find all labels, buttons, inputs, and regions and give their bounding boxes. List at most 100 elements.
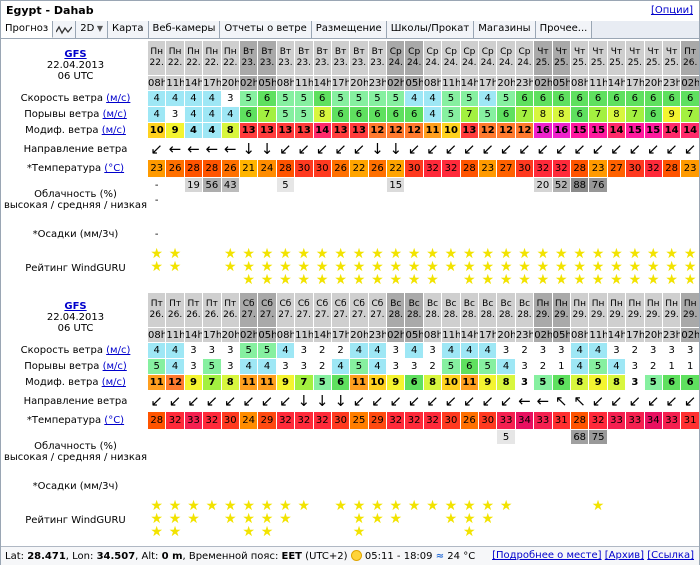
temperature-cell: 23 bbox=[681, 160, 699, 177]
temperature-cell: 27 bbox=[497, 160, 515, 177]
archive-link[interactable]: [Архив] bbox=[605, 550, 644, 561]
tab-2[interactable]: 2D ▼ bbox=[76, 21, 108, 38]
temperature-label-unit-link[interactable]: (°C) bbox=[104, 415, 124, 426]
wind-speed-cell: 4 bbox=[350, 343, 368, 358]
temperature-label-unit-link[interactable]: (°C) bbox=[104, 163, 124, 174]
cloud-cell bbox=[332, 460, 349, 474]
mod-wind-cell: 12 bbox=[479, 123, 497, 138]
gusts-label-unit-link[interactable]: (м/с) bbox=[103, 361, 127, 372]
gust-cell: 3 bbox=[626, 359, 644, 374]
temperature-cell: 32 bbox=[313, 412, 331, 429]
wind-speed-cell: 3 bbox=[203, 343, 221, 358]
star-icon: ★ bbox=[665, 272, 678, 288]
cloud-cell: - bbox=[154, 194, 159, 206]
lon-label: Lon: bbox=[72, 551, 94, 562]
model-link[interactable]: GFS bbox=[64, 301, 86, 312]
star-icon: ★ bbox=[481, 272, 494, 288]
tab-0[interactable]: Прогноз bbox=[1, 21, 54, 38]
cloud-cell bbox=[681, 178, 699, 192]
wind-speed-label-unit-link[interactable]: (м/с) bbox=[106, 93, 130, 104]
options-link[interactable]: [Опции] bbox=[651, 5, 693, 16]
water-wave-icon: ≈ bbox=[435, 551, 445, 562]
mod-wind-cell: 5 bbox=[534, 375, 552, 390]
tab-8[interactable]: Магазины bbox=[474, 21, 536, 38]
day-name: Чт bbox=[610, 47, 623, 57]
wind-speed-cell: 4 bbox=[479, 91, 497, 106]
tab-9[interactable]: Прочее... bbox=[535, 21, 593, 38]
cloud-cell bbox=[626, 178, 643, 192]
wind-speed-cell: 6 bbox=[570, 91, 589, 106]
gusts-label-unit-link[interactable]: (м/с) bbox=[103, 109, 127, 120]
gust-cell: 4 bbox=[184, 107, 203, 122]
cloud-cell bbox=[258, 430, 275, 444]
wind-speed-cell: 6 bbox=[644, 91, 662, 106]
star-icon: ★ bbox=[223, 259, 237, 275]
cloud-cell bbox=[626, 193, 643, 207]
day-date: 28. bbox=[443, 310, 459, 320]
day-header: Пн 29. bbox=[626, 293, 644, 327]
cloud-cell bbox=[424, 193, 441, 207]
wind-speed-label-unit-link[interactable]: (м/с) bbox=[106, 345, 130, 356]
precip-cell bbox=[534, 475, 551, 497]
model-link[interactable]: GFS bbox=[64, 49, 86, 60]
rating-stars: ★ ★ bbox=[185, 498, 202, 542]
hour-cell: 17h bbox=[203, 328, 221, 342]
details-link[interactable]: [Подробнее о месте] bbox=[492, 550, 601, 561]
precip-cell bbox=[479, 475, 496, 497]
mod-wind-label-unit-link[interactable]: (м/с) bbox=[102, 125, 126, 136]
wind-speed-cell: 3 bbox=[644, 343, 662, 358]
mod-wind-label-unit-link[interactable]: (м/с) bbox=[102, 377, 126, 388]
rating-stars: ★ ★ bbox=[479, 498, 496, 542]
wind-direction-arrow-icon: ↙ bbox=[646, 392, 660, 410]
tab-wave-chart-icon[interactable] bbox=[53, 21, 77, 38]
star-icon: ★ bbox=[168, 524, 182, 540]
day-date: 29. bbox=[646, 310, 661, 320]
rating-stars: ★ ★ ★ bbox=[534, 246, 551, 290]
wind-speed-cell: 5 bbox=[497, 91, 515, 106]
day-name: Чт bbox=[592, 47, 604, 57]
day-date: 28. bbox=[462, 310, 477, 320]
cloud-cell bbox=[332, 193, 349, 207]
star-icon: ★ bbox=[591, 272, 605, 288]
tab-label: Отчеты о ветре bbox=[224, 23, 307, 34]
rating-stars: ★ ★ ★ bbox=[461, 246, 478, 290]
mod-wind-cell: 11 bbox=[350, 375, 368, 390]
wind-speed-cell: 6 bbox=[258, 91, 276, 106]
day-header: Пт 26. bbox=[184, 293, 203, 327]
cloud-cell bbox=[203, 430, 220, 444]
temperature-label: *Температура (°C) bbox=[4, 412, 147, 429]
wind-direction-arrow-icon: ↙ bbox=[334, 140, 347, 158]
day-date: 22. bbox=[149, 58, 164, 68]
precip-cell bbox=[534, 223, 551, 245]
day-name: Сб bbox=[371, 299, 384, 309]
rating-stars: ★ ★ ★ bbox=[589, 246, 606, 290]
gust-cell: 4 bbox=[166, 359, 184, 374]
cloud-cell bbox=[369, 193, 386, 207]
day-header: Вс 28. bbox=[405, 293, 423, 327]
wind-speed-cell: 3 bbox=[534, 343, 552, 358]
cloud-cell: 5 bbox=[497, 430, 515, 444]
precip-cell bbox=[240, 475, 257, 497]
day-date: 22. bbox=[204, 58, 220, 68]
cloud-cell: 15 bbox=[387, 178, 405, 192]
permalink-link[interactable]: [Ссылка] bbox=[647, 550, 694, 561]
tab-3[interactable]: Карта bbox=[107, 21, 149, 38]
cloud-cell: 20 bbox=[534, 178, 552, 192]
day-name: Вт bbox=[334, 47, 347, 57]
cloud-cell bbox=[166, 193, 183, 207]
hour-cell: 02h bbox=[681, 328, 699, 342]
tab-4[interactable]: Веб-камеры bbox=[148, 21, 221, 38]
gust-cell: 4 bbox=[258, 359, 276, 374]
tab-5[interactable]: Отчеты о ветре bbox=[220, 21, 312, 38]
star-icon: ★ bbox=[518, 272, 531, 288]
gust-cell: 5 bbox=[148, 359, 166, 374]
tab-7[interactable]: Школы/Прокат bbox=[386, 21, 475, 38]
star-icon: ★ bbox=[555, 272, 568, 288]
wind-direction-arrow-icon: ↙ bbox=[481, 140, 495, 158]
rating-stars: ★ ★ ★ bbox=[369, 246, 386, 290]
day-date: 27. bbox=[241, 310, 256, 320]
precip-cell bbox=[553, 223, 570, 245]
tab-6[interactable]: Размещение bbox=[311, 21, 387, 38]
cloud-cell bbox=[442, 193, 459, 207]
mod-wind-cell: 16 bbox=[534, 123, 552, 138]
